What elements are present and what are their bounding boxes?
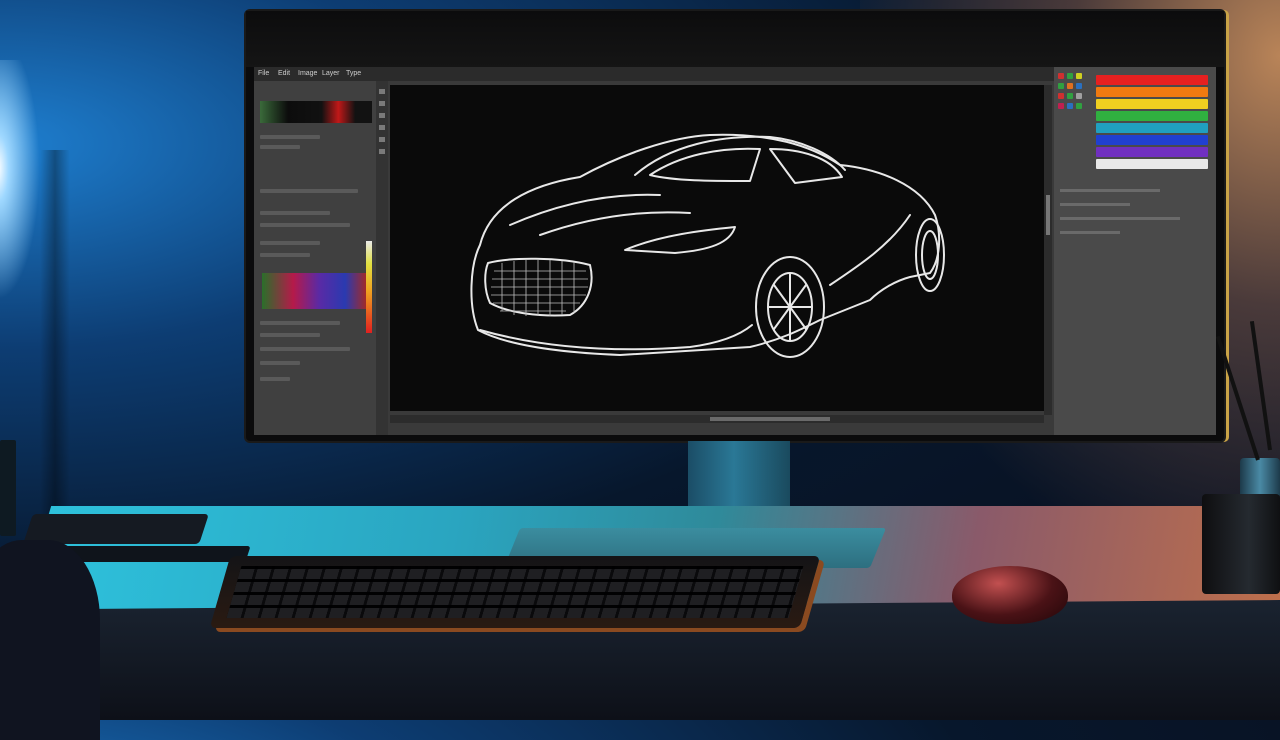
tool-icon[interactable] (379, 149, 385, 154)
color-swatch-red[interactable] (1096, 75, 1208, 85)
color-picker[interactable] (262, 273, 366, 309)
body-outline (470, 133, 941, 356)
hue-slider[interactable] (366, 241, 372, 333)
swatch-icon[interactable] (1058, 73, 1064, 79)
windshield (649, 147, 761, 182)
swatch-icon[interactable] (1067, 83, 1073, 89)
panel-row (1060, 189, 1160, 192)
panel-row (260, 189, 358, 193)
panel-row (260, 361, 300, 365)
panel-row (260, 347, 350, 351)
menu-item[interactable]: Type (346, 70, 361, 77)
chair (0, 540, 100, 740)
color-swatch-cyan[interactable] (1096, 123, 1208, 133)
vertical-scrollbar[interactable] (1044, 85, 1052, 415)
swatch-icon[interactable] (1058, 103, 1064, 109)
panel-row (260, 333, 320, 337)
swatch-icon[interactable] (1058, 93, 1064, 99)
tool-icon[interactable] (379, 137, 385, 142)
color-swatch-blue[interactable] (1096, 135, 1208, 145)
tool-icon[interactable] (379, 125, 385, 130)
swatch-icon[interactable] (1067, 103, 1073, 109)
tool-icon[interactable] (379, 113, 385, 118)
lower-lip (479, 324, 753, 351)
color-swatch-yellow[interactable] (1096, 99, 1208, 109)
horizontal-scrollbar[interactable] (390, 415, 1044, 423)
side-line (829, 214, 911, 286)
panel-row (260, 253, 310, 257)
screen[interactable]: File Edit Image Layer Type (254, 67, 1216, 435)
car-sketch (470, 133, 945, 358)
swatch-icon[interactable] (1076, 73, 1082, 79)
keyboard (209, 556, 821, 628)
color-swatch-white[interactable] (1096, 159, 1208, 169)
monitor-bezel (246, 11, 1224, 67)
desk-device (59, 546, 251, 562)
menu-item[interactable]: Edit (278, 70, 290, 77)
tool-strip (376, 81, 388, 435)
wall-shadow (40, 150, 70, 530)
headlight (624, 226, 736, 254)
menu-item[interactable]: Image (298, 70, 317, 77)
hood-line (509, 193, 661, 226)
pen-cup (1202, 494, 1280, 594)
panel-row (260, 135, 320, 139)
grille-mesh (491, 260, 588, 316)
properties-panel (254, 81, 377, 435)
swatch-icon[interactable] (1067, 93, 1073, 99)
swatch-icon[interactable] (1076, 103, 1082, 109)
color-swatch-green[interactable] (1096, 111, 1208, 121)
glass-jar (1240, 458, 1280, 498)
hood-line (539, 211, 691, 236)
panel-row (1060, 203, 1130, 206)
swatch-icon[interactable] (1076, 83, 1082, 89)
panel-row (260, 321, 340, 325)
panel-row (260, 223, 350, 227)
speaker (0, 440, 16, 536)
tool-icon[interactable] (379, 89, 385, 94)
swatch-icon[interactable] (1076, 93, 1082, 99)
swatches-panel (1054, 67, 1216, 435)
panel-row (260, 377, 290, 381)
menu-item[interactable]: File (258, 70, 269, 77)
panel-row (1060, 217, 1180, 220)
side-window (769, 148, 843, 184)
keyboard-keys (226, 566, 804, 618)
scroll-thumb[interactable] (1046, 195, 1050, 235)
panel-row (260, 145, 300, 149)
drawing-canvas[interactable] (390, 85, 1044, 411)
layer-thumbnail[interactable] (260, 101, 372, 123)
panel-row (260, 241, 320, 245)
scroll-thumb[interactable] (710, 417, 830, 421)
menu-item[interactable]: Layer (322, 70, 340, 77)
swatch-icon[interactable] (1058, 83, 1064, 89)
wall-lamp (0, 60, 40, 300)
panel-row (260, 211, 330, 215)
monitor: File Edit Image Layer Type (246, 11, 1224, 441)
tool-icon[interactable] (379, 101, 385, 106)
panel-row (1060, 231, 1120, 234)
color-swatch-purple[interactable] (1096, 147, 1208, 157)
mouse (952, 566, 1068, 624)
swatch-icon[interactable] (1067, 73, 1073, 79)
icon-grid (1058, 73, 1092, 183)
color-swatch-orange[interactable] (1096, 87, 1208, 97)
rear-wheel (915, 218, 945, 292)
